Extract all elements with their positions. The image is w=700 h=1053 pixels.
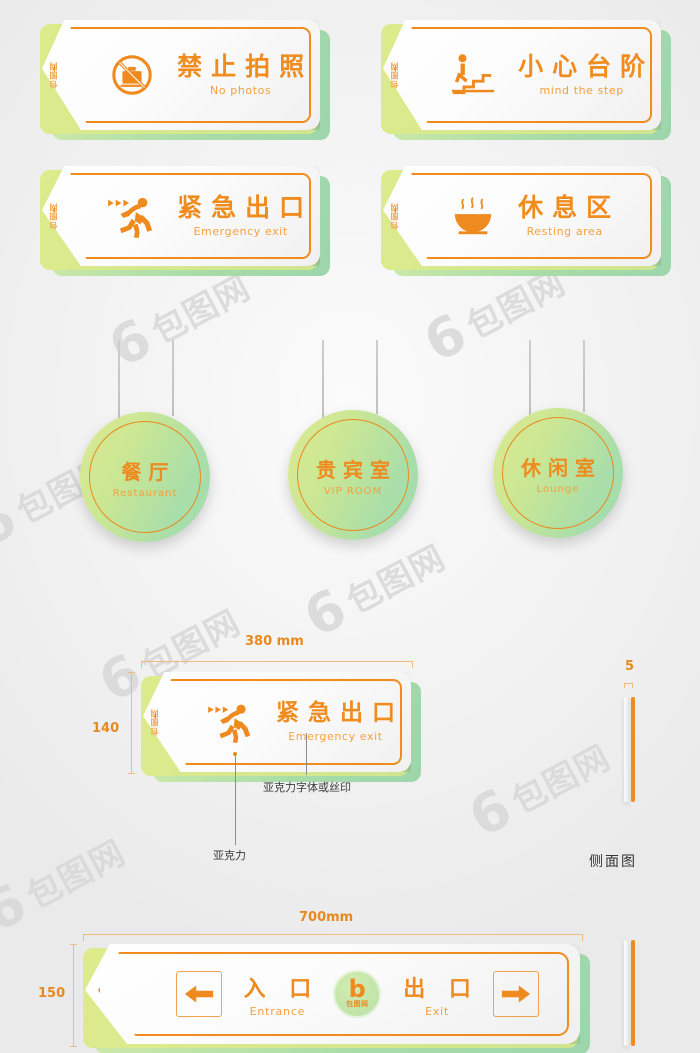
dim-height-label-wide: 150	[38, 986, 66, 1001]
spec-wide-sign-group: 700mm 150 入 口 Entrance b 包图网 出 口 Exit	[0, 0, 700, 1053]
entrance-text-block: 入 口 Entrance	[236, 971, 320, 1018]
dim-width-label-wide: 700mm	[299, 910, 354, 925]
arrow-left-icon[interactable]	[175, 971, 222, 1017]
dim-tick	[70, 1046, 77, 1047]
arrow-right-icon[interactable]	[492, 971, 539, 1017]
wide-sign-content: 入 口 Entrance b 包图网 出 口 Exit	[85, 944, 580, 1044]
logo-letter: b	[348, 974, 366, 1003]
baotu-logo-badge: b 包图网	[333, 970, 382, 1018]
dim-tick	[582, 934, 583, 941]
dim-height-line	[73, 944, 74, 1047]
logo-text: 包图网	[346, 1000, 369, 1009]
side-profile-bar-wide	[624, 940, 638, 1046]
dim-tick	[70, 944, 77, 945]
dim-width-line	[83, 934, 583, 935]
side-acrylic-layer	[624, 940, 629, 1046]
wide-sign-entrance-exit[interactable]: 入 口 Entrance b 包图网 出 口 Exit	[83, 944, 590, 1053]
entrance-en: Entrance	[249, 1004, 306, 1018]
exit-cn: 出 口	[403, 976, 479, 1002]
side-orange-layer	[631, 940, 635, 1046]
exit-en: Exit	[425, 1004, 450, 1018]
exit-text-block: 出 口 Exit	[395, 971, 479, 1018]
entrance-cn: 入 口	[243, 976, 320, 1002]
dim-tick	[83, 934, 84, 941]
